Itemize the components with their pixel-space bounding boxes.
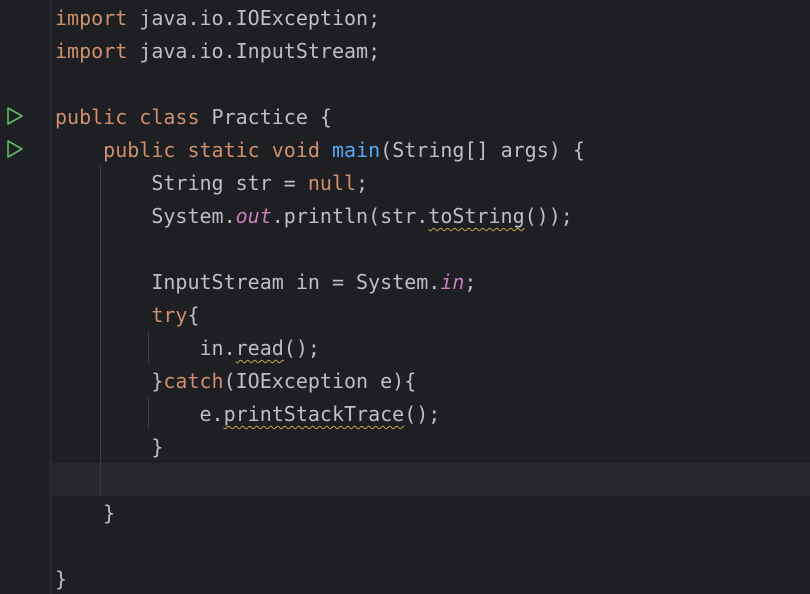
warning-highlight[interactable]: toString xyxy=(428,204,524,228)
code-line-2[interactable]: import java.io.InputStream; xyxy=(55,35,380,68)
keyword: void xyxy=(271,138,320,162)
code-text: (IOException e){ xyxy=(223,369,417,393)
code-text: .println(str. xyxy=(271,204,429,228)
keyword: catch xyxy=(163,369,224,393)
keyword: try xyxy=(151,303,188,327)
keyword: public xyxy=(103,138,176,162)
run-main-icon[interactable] xyxy=(6,140,24,158)
line-gutter xyxy=(0,0,50,594)
code-line-9[interactable]: InputStream in = System.in; xyxy=(55,266,476,299)
keyword: public xyxy=(55,105,128,129)
static-field: in xyxy=(440,270,465,294)
run-class-icon[interactable] xyxy=(6,107,24,125)
code-text: e. xyxy=(199,402,224,426)
code-line-16[interactable]: } xyxy=(55,497,115,530)
current-line-highlight xyxy=(51,463,810,496)
code-text: } xyxy=(55,567,68,591)
code-text: ()); xyxy=(524,204,573,228)
code-line-4[interactable]: public class Practice { xyxy=(55,101,332,134)
code-line-1[interactable]: import java.io.IOException; xyxy=(55,2,380,35)
code-line-11[interactable]: in.read(); xyxy=(55,332,320,365)
keyword: null xyxy=(307,171,357,195)
code-text: System. xyxy=(151,204,236,228)
code-text: } xyxy=(151,435,164,459)
keyword: import xyxy=(55,6,128,30)
keyword: static xyxy=(187,138,260,162)
static-field: out xyxy=(235,204,272,228)
code-line-7[interactable]: System.out.println(str.toString()); xyxy=(55,200,573,233)
code-editor[interactable]: import java.io.IOException; import java.… xyxy=(0,0,810,594)
code-text: (String[] args) { xyxy=(380,138,585,162)
code-text: Practice { xyxy=(199,105,332,129)
code-text: InputStream in = System. xyxy=(151,270,441,294)
code-text: } xyxy=(103,501,116,525)
code-text: (); xyxy=(404,402,441,426)
code-line-6[interactable]: String str = null; xyxy=(55,167,368,200)
code-text: } xyxy=(151,369,164,393)
code-line-14[interactable]: } xyxy=(55,431,163,464)
code-line-18[interactable]: } xyxy=(55,563,67,594)
code-text: in. xyxy=(199,336,236,360)
keyword: class xyxy=(139,105,200,129)
gutter-divider xyxy=(50,0,51,594)
warning-highlight[interactable]: read xyxy=(236,336,284,360)
code-text: (); xyxy=(283,336,320,360)
method-name: main xyxy=(331,138,381,162)
code-text: String str = xyxy=(151,171,308,195)
code-text: ; xyxy=(464,270,477,294)
code-line-12[interactable]: }catch(IOException e){ xyxy=(55,365,416,398)
code-line-10[interactable]: try{ xyxy=(55,299,200,332)
keyword: import xyxy=(55,39,128,63)
code-text: java.io.InputStream; xyxy=(127,39,381,63)
warning-highlight[interactable]: printStackTrace xyxy=(224,402,405,426)
code-text: ; xyxy=(356,171,369,195)
code-line-5[interactable]: public static void main(String[] args) { xyxy=(55,134,585,167)
code-text: java.io.IOException; xyxy=(127,6,381,30)
code-text: { xyxy=(187,303,200,327)
code-line-13[interactable]: e.printStackTrace(); xyxy=(55,398,441,431)
